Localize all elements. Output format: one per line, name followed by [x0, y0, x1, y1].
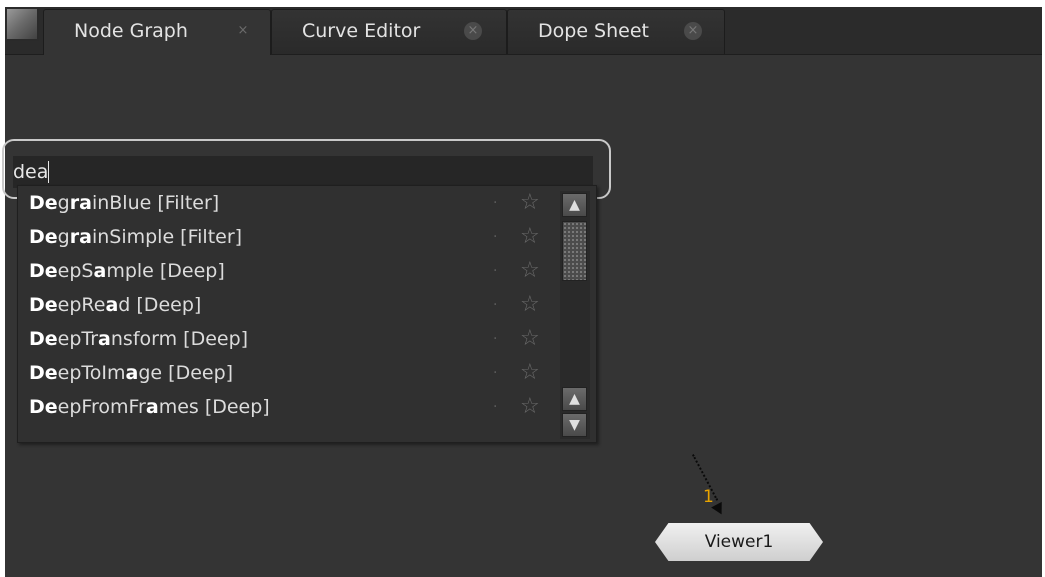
text-caret	[48, 161, 49, 183]
list-item[interactable]: DeepRead [Deep] · ☆	[18, 288, 558, 322]
node-search-input[interactable]	[13, 156, 593, 188]
result-label: DeepTransform [Deep]	[29, 328, 249, 350]
result-label: DeepSample [Deep]	[29, 260, 225, 282]
star-icon[interactable]: ☆	[520, 186, 540, 220]
panel-menu-icon[interactable]	[7, 9, 39, 41]
viewer-node[interactable]: Viewer1	[655, 523, 823, 561]
tab-curve-editor[interactable]: Curve Editor ×	[271, 9, 507, 54]
dot-icon: ·	[493, 331, 498, 347]
result-label: DeepFromFrames [Deep]	[29, 396, 270, 418]
tab-label: Curve Editor	[302, 20, 421, 42]
dot-icon: ·	[493, 399, 498, 415]
list-item[interactable]: DegrainSimple [Filter] · ☆	[18, 220, 558, 254]
dot-icon: ·	[493, 297, 498, 313]
close-icon[interactable]: ×	[684, 22, 702, 40]
result-label: DegrainBlue [Filter]	[29, 192, 220, 214]
list-item[interactable]: DeepSample [Deep] · ☆	[18, 254, 558, 288]
tab-node-graph[interactable]: Node Graph ×	[43, 9, 271, 55]
dot-icon: ·	[493, 263, 498, 279]
dot-icon: ·	[493, 195, 498, 211]
result-label: DegrainSimple [Filter]	[29, 226, 243, 248]
list-item[interactable]: DeepToImage [Deep] · ☆	[18, 356, 558, 390]
search-results-list: DegrainBlue [Filter] · ☆ DegrainSimple [Fil…	[17, 185, 597, 443]
tab-dope-sheet[interactable]: Dope Sheet ×	[507, 9, 725, 54]
star-icon[interactable]: ☆	[520, 390, 540, 424]
scroll-down-icon[interactable]: ▼	[562, 413, 587, 437]
list-item[interactable]: DegrainBlue [Filter] · ☆	[18, 186, 558, 220]
star-icon[interactable]: ☆	[520, 254, 540, 288]
scroll-up-icon[interactable]: ▲	[562, 387, 587, 411]
result-label: DeepRead [Deep]	[29, 294, 202, 316]
star-icon[interactable]: ☆	[520, 288, 540, 322]
scrollbar[interactable]: ▲ ▲ ▼	[560, 191, 590, 439]
input-number-label: 1	[703, 487, 714, 507]
tab-label: Dope Sheet	[538, 20, 649, 42]
close-icon[interactable]: ×	[464, 22, 482, 40]
tab-label: Node Graph	[74, 20, 188, 42]
star-icon[interactable]: ☆	[520, 356, 540, 390]
scroll-up-icon[interactable]: ▲	[562, 193, 587, 217]
dot-icon: ·	[493, 365, 498, 381]
scroll-thumb[interactable]	[562, 221, 587, 281]
list-item[interactable]: DeepTransform [Deep] · ☆	[18, 322, 558, 356]
star-icon[interactable]: ☆	[520, 322, 540, 356]
star-icon[interactable]: ☆	[520, 220, 540, 254]
list-item[interactable]: DeepFromFrames [Deep] · ☆	[18, 390, 558, 424]
close-icon[interactable]: ×	[234, 22, 252, 40]
dot-icon: ·	[493, 229, 498, 245]
tab-bar: Node Graph × Curve Editor × Dope Sheet ×	[5, 7, 1042, 55]
result-label: DeepToImage [Deep]	[29, 362, 234, 384]
